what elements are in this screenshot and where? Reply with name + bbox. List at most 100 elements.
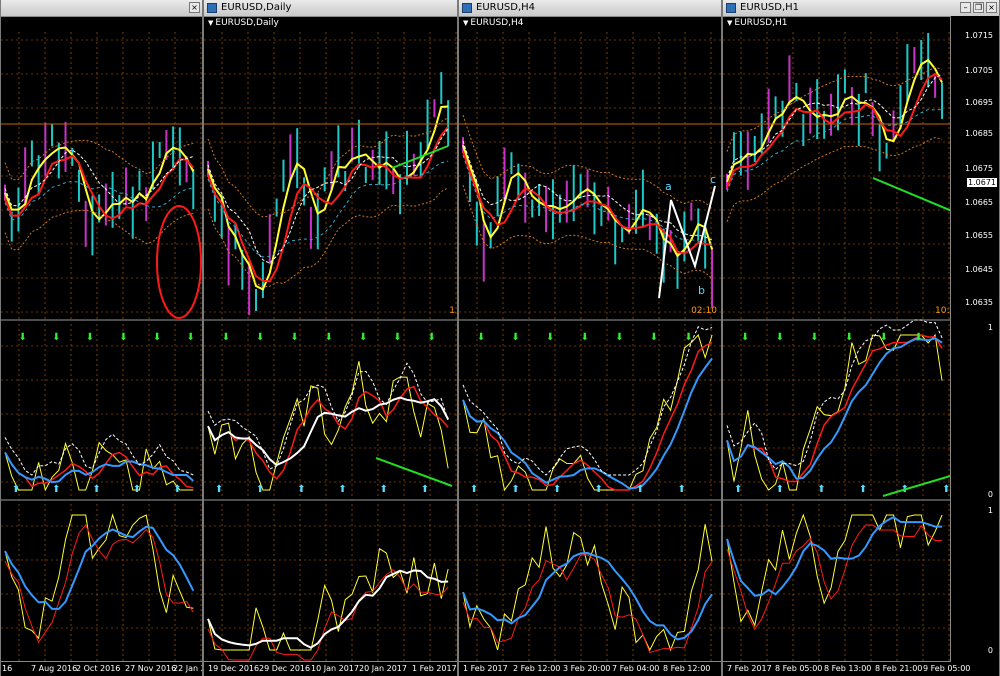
- osc-main-line: [726, 337, 943, 480]
- osc-dashed-line: [4, 433, 194, 476]
- arrow-up-marker: ⬆: [215, 484, 223, 495]
- arrow-up-marker: ⬆: [776, 484, 784, 495]
- osc-tick: 1: [987, 323, 993, 332]
- osc2-main-line: [4, 525, 195, 610]
- envelope-mid: [207, 160, 449, 258]
- chart-window-1[interactable]: × ⬇ ⬇ ⬇ ⬇ ⬇ ⬇ ⬆ ⬆ ⬆ ⬆ ⬆ 16 7 Aug 2016 2 Oct 2016 2…: [0, 0, 203, 676]
- time-label: 27 Nov 2016: [125, 664, 177, 673]
- fast-ma-line: [207, 105, 449, 291]
- price-tick: 1.0705: [965, 66, 993, 75]
- wave-label-c: c: [710, 173, 717, 186]
- arrow-down-marker: ⬇: [546, 332, 554, 343]
- osc-main-line: [4, 451, 194, 484]
- arrow-up-marker: ⬆: [380, 484, 388, 495]
- arrow-down-marker: ⬇: [187, 332, 195, 343]
- arrow-up-marker: ⬆: [677, 484, 685, 495]
- arrow-up-marker: ⬆: [859, 484, 867, 495]
- arrow-up-marker: ⬆: [173, 484, 181, 495]
- minimize-icon[interactable]: –: [960, 2, 971, 13]
- arrow-down-marker: ⬇: [741, 332, 749, 343]
- osc2-yellow-line: [726, 513, 943, 627]
- osc2-main-line: [726, 515, 943, 597]
- time-label: 1 Feb 2017: [412, 664, 457, 673]
- osc-main-line: [207, 396, 450, 467]
- arrow-up-marker: ⬆: [92, 484, 100, 495]
- chart-window-h4[interactable]: EURUSD,H4 ▼ EURUSD,H4 ⬇ ⬇ ⬇ ⬇ ⬇ ⬇ ⬇ ⬆ ⬆ ⬆ ⬆ ⬆ ⬆ a b c…: [458, 0, 722, 676]
- chart-canvas[interactable]: ⬇ ⬇ ⬇ ⬇ ⬇ ⬇ ⬇ ⬆ ⬆ ⬆ ⬆ ⬆ ⬆: [459, 0, 722, 676]
- osc2-red-line: [207, 569, 449, 661]
- price-tick: 1.0665: [965, 198, 993, 207]
- time-label: 19 Dec 2016: [208, 664, 260, 673]
- highlight-ellipse: [156, 205, 202, 319]
- osc-dashed-line: [207, 362, 449, 470]
- price-tick: 1.0695: [965, 98, 993, 107]
- time-axis: 16 7 Aug 2016 2 Oct 2016 27 Nov 2016 22 …: [1, 661, 202, 676]
- arrow-up-marker: ⬆: [12, 484, 20, 495]
- osc2-yellow-line: [462, 524, 713, 652]
- arrow-down-marker: ⬇: [325, 332, 333, 343]
- time-axis: 7 Feb 2017 8 Feb 05:00 8 Feb 13:00 8 Feb…: [723, 661, 970, 676]
- time-label: 8 Feb 21:00: [875, 664, 923, 673]
- arrow-down-marker: ⬇: [18, 332, 26, 343]
- time-label: 10 Jan 2017: [311, 664, 359, 673]
- chart-canvas[interactable]: ⬇ ⬇ ⬇ ⬇ ⬇ ⬇ ⬆ ⬆ ⬆ ⬆ ⬆: [1, 0, 203, 676]
- bar-timer: 02:10: [691, 306, 717, 316]
- arrow-up-marker: ⬆: [421, 484, 429, 495]
- time-axis: 1 Feb 2017 2 Feb 12:00 3 Feb 20:00 7 Feb…: [459, 661, 721, 676]
- time-label: 29 Dec 2016: [259, 664, 311, 673]
- chart-canvas[interactable]: ⬇⬇⬇⬇⬇⬇⬆⬆⬆⬆⬆⬆: [723, 0, 953, 676]
- arrow-down-marker: ⬇: [477, 332, 485, 343]
- price-tick: 1.0645: [965, 265, 993, 274]
- osc-tick: 0: [987, 490, 993, 499]
- chart-window-daily[interactable]: EURUSD,Daily ▼ EURUSD,Daily ⬇ ⬇ ⬇ ⬇ ⬇ ⬇ ⬇ ⬆ ⬆ ⬆ ⬆ ⬆ ⬆…: [203, 0, 458, 676]
- trend-line: [872, 177, 953, 213]
- wave-label-a: a: [665, 180, 672, 193]
- time-label: 16: [2, 664, 13, 673]
- arrow-up-marker: ⬆: [594, 484, 602, 495]
- osc-tick: 0: [987, 646, 993, 655]
- arrow-down-marker: ⬇: [776, 332, 784, 343]
- time-label: 2 Feb 12:00: [513, 664, 561, 673]
- osc-yellow-line: [462, 334, 713, 492]
- osc-yellow-line: [726, 333, 943, 491]
- arrow-down-marker: ⬇: [119, 332, 127, 343]
- arrow-up-marker: ⬆: [133, 484, 141, 495]
- time-label: 7 Aug 2016: [31, 664, 78, 673]
- arrow-down-marker: ⬇: [650, 332, 658, 343]
- osc2-yellow-line: [4, 513, 194, 640]
- chart-canvas[interactable]: ⬇ ⬇ ⬇ ⬇ ⬇ ⬇ ⬇ ⬆ ⬆ ⬆ ⬆ ⬆ ⬆: [204, 0, 458, 676]
- arrow-up-marker: ⬆: [338, 484, 346, 495]
- osc2-main-line: [207, 569, 449, 649]
- osc-dashed-line: [462, 326, 713, 476]
- arrow-down-marker: ⬇: [256, 332, 264, 343]
- arrow-down-marker: ⬇: [86, 332, 94, 343]
- arrow-up-marker: ⬆: [256, 484, 264, 495]
- time-label: 22 Jan 2: [173, 664, 203, 673]
- time-axis: 19 Dec 2016 29 Dec 2016 10 Jan 2017 20 J…: [204, 661, 457, 676]
- arrow-down-marker: ⬇: [684, 332, 692, 343]
- price-tick: 1.0715: [965, 31, 993, 40]
- arrow-down-marker: ⬇: [52, 332, 60, 343]
- arrow-down-marker: ⬇: [428, 332, 436, 343]
- signal-ma-line: [207, 128, 449, 264]
- time-label: 2 Oct 2016: [76, 664, 121, 673]
- chart-window-h1[interactable]: EURUSD,H1 – ❐ × ▼EURUSD,H1 ⬇⬇⬇⬇⬇⬇⬆⬆⬆⬆⬆⬆ …: [722, 0, 1000, 676]
- arrow-down-marker: ⬇: [810, 332, 818, 343]
- time-label: 8 Feb 12:00: [663, 664, 711, 673]
- arrow-up-marker: ⬆: [470, 484, 478, 495]
- arrow-down-marker: ⬇: [880, 332, 888, 343]
- osc-red-line: [726, 334, 943, 483]
- osc-tick: 1: [987, 506, 993, 515]
- restore-icon[interactable]: ❐: [973, 2, 984, 13]
- osc2-red-line: [726, 524, 943, 631]
- arrow-down-marker: ⬇: [153, 332, 161, 343]
- arrow-down-marker: ⬇: [581, 332, 589, 343]
- time-label: 9 Feb 05:00: [923, 664, 971, 673]
- close-icon[interactable]: ×: [986, 2, 997, 13]
- arrow-up-marker: ⬆: [553, 484, 561, 495]
- arrow-up-marker: ⬆: [511, 484, 519, 495]
- arrow-up-marker: ⬆: [636, 484, 644, 495]
- bar-timer: 1: [449, 306, 455, 316]
- time-label: 3 Feb 20:00: [563, 664, 611, 673]
- price-tick: 1.0685: [965, 129, 993, 138]
